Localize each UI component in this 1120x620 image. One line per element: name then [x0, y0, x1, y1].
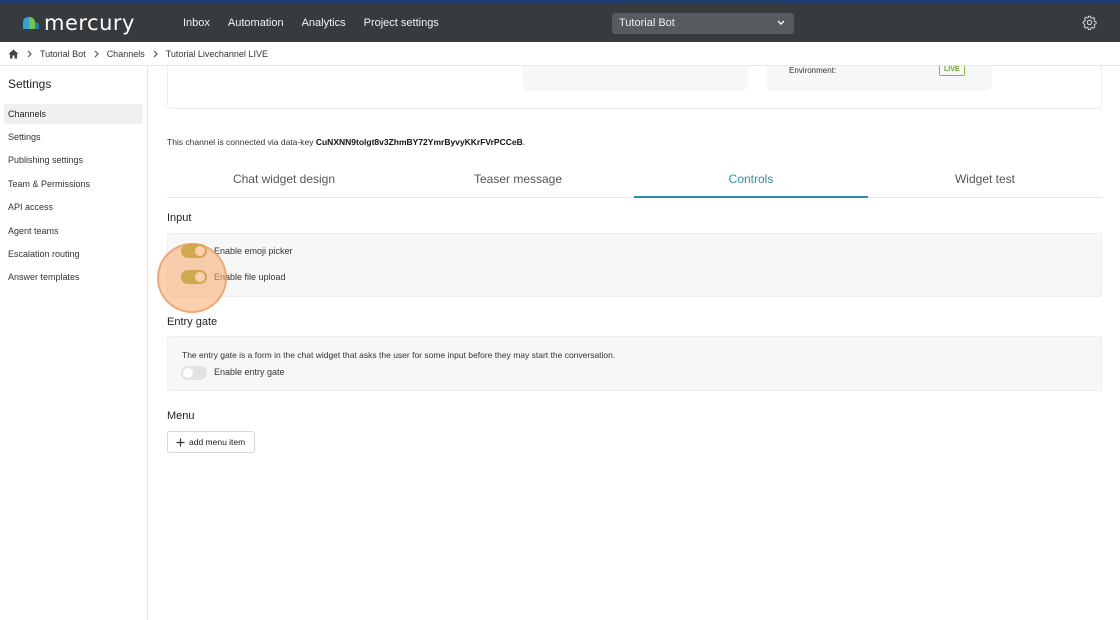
file-upload-label: Enable file upload	[214, 272, 286, 282]
toggle-knob	[195, 246, 205, 256]
input-panel: Enable emoji picker Enable file upload	[167, 233, 1102, 297]
mercury-logo-icon	[23, 17, 39, 29]
datakey-prefix: This channel is connected via data-key	[167, 137, 316, 147]
tab-widget-test[interactable]: Widget test	[868, 167, 1102, 198]
nav-analytics[interactable]: Analytics	[302, 17, 346, 29]
entry-gate-section-title: Entry gate	[167, 316, 218, 328]
settings-sidebar: Settings Channels Settings Publishing se…	[0, 66, 148, 620]
breadcrumb: Tutorial Bot Channels Tutorial Livechann…	[0, 42, 1120, 66]
nav-automation[interactable]: Automation	[228, 17, 284, 29]
tab-chat-widget-design[interactable]: Chat widget design	[167, 167, 401, 198]
breadcrumb-item-bot[interactable]: Tutorial Bot	[40, 49, 86, 59]
main-nav: Inbox Automation Analytics Project setti…	[183, 4, 457, 42]
sidebar-item-publishing-settings[interactable]: Publishing settings	[4, 150, 143, 170]
toggle-knob	[195, 272, 205, 282]
mercury-logo[interactable]: mercury	[22, 11, 135, 35]
datakey-value: CuNXNN9tolgt8v3ZhmBY72YmrByvyKKrFVrPCCeB	[315, 137, 523, 147]
plus-icon	[176, 438, 185, 446]
sidebar-item-channels[interactable]: Channels	[4, 104, 143, 124]
nav-project-settings[interactable]: Project settings	[364, 17, 439, 29]
sidebar-item-settings[interactable]: Settings	[4, 127, 143, 147]
sidebar-item-api-access[interactable]: API access	[4, 197, 143, 217]
chevron-right-icon	[153, 50, 158, 58]
file-upload-toggle[interactable]	[181, 270, 207, 284]
emoji-picker-label: Enable emoji picker	[214, 246, 293, 256]
tab-teaser-message[interactable]: Teaser message	[401, 167, 635, 198]
main-content: Environment: LIVE This channel is connec…	[149, 66, 1120, 620]
toggle-knob	[183, 368, 193, 378]
emoji-picker-toggle[interactable]	[181, 244, 207, 258]
chevron-right-icon	[27, 50, 32, 58]
chevron-down-icon	[777, 20, 785, 25]
chevron-right-icon	[94, 50, 99, 58]
channel-info-inner-card	[523, 66, 748, 91]
menu-section-title: Menu	[167, 410, 195, 422]
entry-gate-label: Enable entry gate	[214, 367, 285, 377]
datakey-info: This channel is connected via data-key C…	[167, 137, 525, 147]
breadcrumb-item-current: Tutorial Livechannel LIVE	[165, 48, 268, 59]
home-icon[interactable]	[8, 49, 19, 59]
datakey-suffix: .	[522, 137, 526, 147]
sidebar-item-team-permissions[interactable]: Team & Permissions	[4, 174, 143, 194]
channel-tabs: Chat widget design Teaser message Contro…	[167, 167, 1102, 198]
input-section-title: Input	[167, 212, 192, 224]
sidebar-item-answer-templates[interactable]: Answer templates	[4, 267, 143, 287]
gear-icon[interactable]	[1082, 15, 1097, 30]
environment-live-badge: LIVE	[939, 66, 965, 76]
sidebar-item-agent-teams[interactable]: Agent teams	[4, 221, 143, 241]
bot-selector-value: Tutorial Bot	[619, 17, 675, 29]
add-menu-item-label: add menu item	[189, 437, 246, 447]
entry-gate-panel: The entry gate is a form in the chat wid…	[167, 336, 1102, 391]
entry-gate-toggle[interactable]	[181, 366, 207, 380]
sidebar-title: Settings	[8, 77, 52, 91]
add-menu-item-button[interactable]: add menu item	[167, 431, 256, 453]
breadcrumb-item-channels[interactable]: Channels	[107, 49, 145, 59]
brand-name: mercury	[44, 11, 135, 35]
bot-selector[interactable]: Tutorial Bot	[612, 13, 794, 34]
environment-label: Environment:	[789, 66, 837, 75]
top-navigation-bar: mercury Inbox Automation Analytics Proje…	[0, 4, 1120, 42]
entry-gate-description: The entry gate is a form in the chat wid…	[182, 350, 616, 360]
nav-inbox[interactable]: Inbox	[183, 17, 210, 29]
tab-controls[interactable]: Controls	[634, 167, 868, 198]
sidebar-item-escalation-routing[interactable]: Escalation routing	[4, 244, 143, 264]
